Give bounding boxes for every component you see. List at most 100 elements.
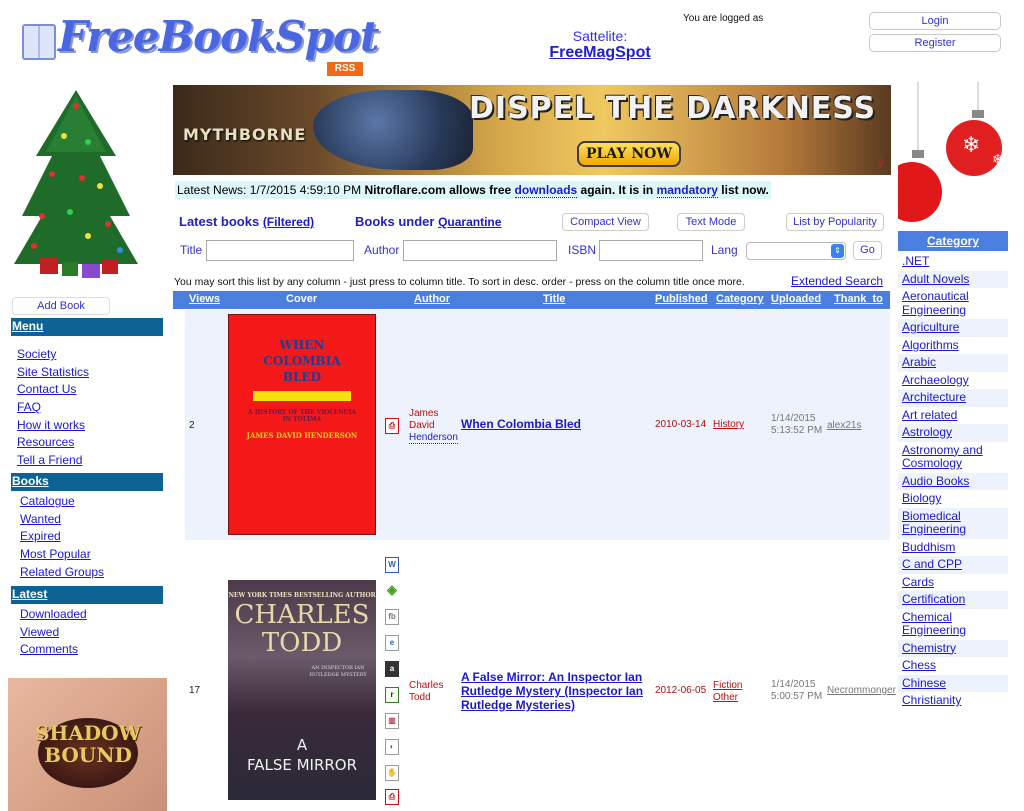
doc-icon[interactable]: W <box>385 557 399 573</box>
news-mandatory-link[interactable]: mandatory <box>656 183 718 198</box>
filtered-link[interactable]: (Filtered) <box>263 215 314 229</box>
column-title[interactable]: Title <box>543 293 565 305</box>
book-author[interactable]: Charles Todd <box>409 680 443 704</box>
category-link[interactable]: Biology <box>902 491 941 505</box>
category-link[interactable]: .NET <box>902 254 929 268</box>
category-link[interactable]: Archaeology <box>902 373 969 387</box>
category-link[interactable]: Astronomy and Cosmology <box>902 443 983 471</box>
column-published[interactable]: Published <box>655 293 708 305</box>
book-title-link[interactable]: A False Mirror: An Inspector Ian Rutledg… <box>461 670 647 712</box>
shadowbound-ad[interactable]: SHADOW BOUND <box>8 678 167 811</box>
azw-icon[interactable]: a <box>385 661 399 677</box>
category-link[interactable]: Arabic <box>902 355 936 369</box>
site-logo[interactable]: FreeBookSpot <box>18 10 379 70</box>
ad-badge-icon[interactable]: ♀ <box>875 155 887 173</box>
category-link[interactable]: Fiction <box>713 680 742 692</box>
freemagspot-link[interactable]: FreeMagSpot <box>540 44 660 62</box>
menu-item-society[interactable]: Society <box>17 346 89 364</box>
djvu-icon[interactable]: ▥ <box>385 713 399 729</box>
go-button[interactable]: Go <box>853 241 882 260</box>
category-item: Chemistry <box>898 639 1008 657</box>
category-link[interactable]: Christianity <box>902 693 961 707</box>
books-item-expired[interactable]: Expired <box>20 528 104 546</box>
books-item-catalogue[interactable]: Catalogue <box>20 493 104 511</box>
column-thank-to[interactable]: Thank_to <box>834 293 883 305</box>
extended-search-link[interactable]: Extended Search <box>791 274 883 288</box>
menu-item-resources[interactable]: Resources <box>17 434 89 452</box>
author-last-name-link[interactable]: Henderson <box>409 432 458 444</box>
pdf-icon[interactable]: ⎙ <box>385 418 399 434</box>
book-title-link[interactable]: When Colombia Bled <box>461 417 581 431</box>
category-link[interactable]: Chemistry <box>902 641 956 655</box>
books-item-wanted[interactable]: Wanted <box>20 511 104 529</box>
category-link[interactable]: C and CPP <box>902 557 962 571</box>
menu-item-contact-us[interactable]: Contact Us <box>17 381 89 399</box>
lang-select[interactable]: ⇕ <box>746 242 846 260</box>
category-link[interactable]: Buddhism <box>902 540 955 554</box>
pdf-icon[interactable]: ⎙ <box>385 789 399 805</box>
books-header[interactable]: Books <box>11 473 163 491</box>
column-views[interactable]: Views <box>189 293 220 305</box>
category-item: C and CPP <box>898 556 1008 574</box>
text-mode-button[interactable]: Text Mode <box>677 213 745 231</box>
category-link[interactable]: Cards <box>902 575 934 589</box>
category-link[interactable]: Astrology <box>902 425 952 439</box>
book-author[interactable]: James David Henderson <box>409 408 458 444</box>
category-link[interactable]: History <box>713 419 744 431</box>
category-link[interactable]: Art related <box>902 408 957 422</box>
category-link[interactable]: Other <box>713 692 742 704</box>
add-book-button[interactable]: Add Book <box>12 297 110 315</box>
category-link[interactable]: Biomedical Engineering <box>902 509 966 537</box>
column-category[interactable]: Category <box>716 293 764 305</box>
category-link[interactable]: Chess <box>902 658 936 672</box>
list-by-popularity-button[interactable]: List by Popularity <box>786 213 884 231</box>
book-cover[interactable]: NEW YORK TIMES BESTSELLING AUTHOR CHARLE… <box>228 580 376 800</box>
latest-item-comments[interactable]: Comments <box>20 641 87 659</box>
banner-headline: DISPEL THE DARKNESS <box>469 91 877 126</box>
views-count: 2 <box>189 420 195 431</box>
category-link[interactable]: Agriculture <box>902 320 959 334</box>
quarantine-link[interactable]: Quarantine <box>438 215 501 229</box>
news-downloads-link[interactable]: downloads <box>514 183 578 198</box>
thank-to-link[interactable]: Necrommonger <box>827 685 896 696</box>
column-author[interactable]: Author <box>414 293 450 305</box>
author-filter-input[interactable] <box>403 240 557 261</box>
category-link[interactable]: Chinese <box>902 676 946 690</box>
menu-item-tell-a-friend[interactable]: Tell a Friend <box>17 452 89 470</box>
menu-item-site-statistics[interactable]: Site Statistics <box>17 364 89 382</box>
play-now-button[interactable]: PLAY NOW <box>577 141 681 167</box>
category-link[interactable]: Algorithms <box>902 338 959 352</box>
rss-button[interactable]: RSS <box>327 62 363 76</box>
title-filter-input[interactable] <box>206 240 354 261</box>
lrf-icon[interactable]: ◐ <box>385 739 399 755</box>
latest-item-downloaded[interactable]: Downloaded <box>20 606 87 624</box>
latest-item-viewed[interactable]: Viewed <box>20 624 87 642</box>
table-row: 2 WHEN COLOMBIA BLED A HISTORY OF THE VI… <box>185 310 890 540</box>
epub-icon[interactable]: ◈ <box>385 583 399 599</box>
books-item-related-groups[interactable]: Related Groups <box>20 564 104 582</box>
lit-icon[interactable]: e <box>385 635 399 651</box>
category-link[interactable]: Architecture <box>902 390 966 404</box>
column-uploaded[interactable]: Uploaded <box>771 293 821 305</box>
mythborne-banner-ad[interactable]: MYTHBORNE DISPEL THE DARKNESS PLAY NOW ♀ <box>173 85 891 175</box>
books-item-most-popular[interactable]: Most Popular <box>20 546 104 564</box>
title-filter-label: Title <box>180 243 203 257</box>
rtf-icon[interactable]: ✋ <box>385 765 399 781</box>
thank-to-link[interactable]: alex21s <box>827 420 861 431</box>
menu-item-how-it-works[interactable]: How it works <box>17 417 89 435</box>
compact-view-button[interactable]: Compact View <box>562 213 649 231</box>
book-cover[interactable]: WHEN COLOMBIA BLED A HISTORY OF THE VIOL… <box>228 314 376 535</box>
category-link[interactable]: Chemical Engineering <box>902 610 966 638</box>
isbn-filter-input[interactable] <box>599 240 703 261</box>
fb2-icon[interactable]: fb <box>385 609 399 625</box>
menu-header[interactable]: Menu <box>11 318 163 336</box>
mobi-icon[interactable]: r <box>385 687 399 703</box>
category-link[interactable]: Adult Novels <box>902 272 969 286</box>
login-button[interactable]: Login <box>869 12 1001 30</box>
category-link[interactable]: Certification <box>902 592 965 606</box>
register-button[interactable]: Register <box>869 34 1001 52</box>
menu-item-faq[interactable]: FAQ <box>17 399 89 417</box>
category-link[interactable]: Aeronautical Engineering <box>902 289 969 317</box>
category-link[interactable]: Audio Books <box>902 474 969 488</box>
latest-header[interactable]: Latest <box>11 586 163 604</box>
